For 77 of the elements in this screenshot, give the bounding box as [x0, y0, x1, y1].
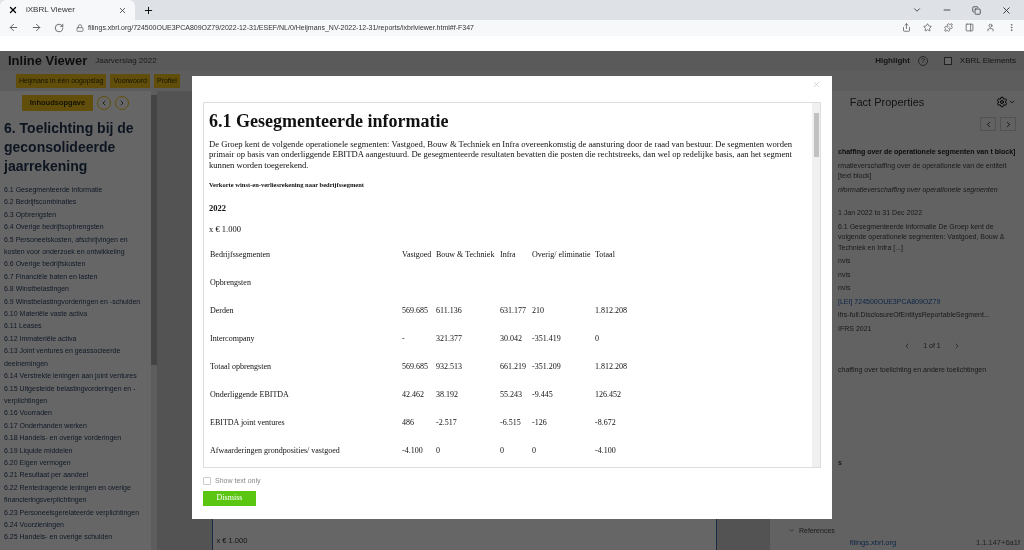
- profile-icon[interactable]: [986, 23, 995, 33]
- table-cell: -6.515: [500, 418, 521, 428]
- x-logo-icon: [8, 5, 18, 15]
- table-cell: 569.685: [402, 362, 428, 372]
- table-cell: -8.672: [595, 418, 616, 428]
- show-text-only-checkbox[interactable]: [203, 477, 211, 486]
- column-header: Bouw & Techniek: [436, 249, 496, 262]
- column-header: Vastgoed: [402, 249, 433, 262]
- table-cell: 0: [500, 446, 504, 456]
- table-cell: -126: [532, 418, 547, 428]
- table-cell: -2.517: [436, 418, 457, 428]
- table-cell: 321.377: [436, 334, 462, 344]
- settings-icon[interactable]: [996, 96, 1008, 108]
- table-cell: 1.812.208: [595, 306, 627, 316]
- close-icon[interactable]: [118, 5, 127, 15]
- table-cell: 0: [595, 334, 599, 344]
- close-icon[interactable]: [1001, 4, 1012, 16]
- previous-fact-button[interactable]: [980, 117, 996, 131]
- table-cell: Intercompany: [210, 334, 255, 344]
- table-cell: -4.100: [595, 446, 616, 456]
- table-cell: 0: [532, 446, 536, 456]
- star-icon[interactable]: [923, 23, 932, 33]
- table-cell: 126.452: [595, 390, 621, 400]
- lock-icon: [76, 23, 84, 32]
- section-title: 6.1 Gesegmenteerde informatie: [209, 110, 450, 133]
- table-cell: 486: [402, 418, 414, 428]
- column-header: Bedrijfssegmenten: [210, 249, 271, 262]
- table-cell: 55.243: [500, 390, 522, 400]
- table-cell: Onderliggende EBITDA: [210, 390, 289, 400]
- chevron-down-icon[interactable]: [1008, 98, 1016, 106]
- new-tab-icon[interactable]: [143, 4, 154, 16]
- highlight-label: Highlight: [875, 55, 910, 67]
- table-cell: -: [402, 334, 405, 344]
- restore-icon[interactable]: [972, 5, 981, 15]
- table-cell: 42.462: [402, 390, 424, 400]
- table-cell: -4.100: [402, 446, 423, 456]
- table-cell: 569.685: [402, 306, 428, 316]
- sidebar-icon[interactable]: [965, 23, 974, 33]
- app-title: Inline Viewer: [8, 52, 88, 71]
- browser-tab[interactable]: iXBRL Viewer: [0, 0, 135, 20]
- table-cell: 38.192: [436, 390, 458, 400]
- unit-label: x € 1.000: [209, 222, 242, 236]
- table-cell: 1.812.208: [595, 362, 627, 372]
- forward-icon[interactable]: [31, 22, 42, 34]
- intro-paragraph: De Groep kent de volgende operationele segmenten: Vastgoed, Bouw & Techniek en Infra overeenkomstig de aansturing door de raad van bestuur. De segmenten worden primair op basis van onderliggende EBITDA aangestuurd. De gesegmenteerde resultaten bevatten die posten die rechtstreeks, dan wel op redelijke basis, aan het segment kunnen worden toegerekend.: [209, 139, 794, 171]
- reload-icon[interactable]: [54, 22, 64, 33]
- column-header: Infra: [500, 249, 517, 262]
- table-cell: 30.042: [500, 334, 522, 344]
- table-cell: 611.136: [436, 306, 462, 316]
- column-header: Overig/ eliminatie: [532, 249, 592, 262]
- panel-title: Fact Properties: [848, 94, 926, 110]
- table-cell: 661.219: [500, 362, 526, 372]
- xbrl-elements-checkbox[interactable]: [943, 57, 952, 65]
- table-cell: Afwaarderingen grondposities/ vastgoed: [210, 446, 340, 456]
- column-header: Totaal: [595, 249, 616, 262]
- chevron-down-icon[interactable]: [912, 5, 922, 15]
- menu-icon[interactable]: [1007, 23, 1016, 33]
- table-cell: Derden: [210, 306, 234, 316]
- table-cell: -351.209: [532, 362, 561, 372]
- xbrl-elements-label: XBRL Elements: [959, 55, 1016, 67]
- share-icon[interactable]: [902, 23, 911, 33]
- puzzle-icon[interactable]: [944, 23, 953, 33]
- caret-icon: [788, 527, 795, 535]
- table-cell: -9.445: [532, 390, 553, 400]
- year-label: 2022: [209, 201, 227, 215]
- next-fact-button[interactable]: [1000, 117, 1016, 131]
- table-cell: Totaal opbrengsten: [210, 362, 271, 372]
- table-cell: 631.177: [500, 306, 526, 316]
- table-cell: EBITDA joint ventures: [210, 418, 285, 428]
- toc-heading: 6. Toelichting bij de geconsolideerde jaarrekening: [4, 119, 135, 176]
- table-cell: 932.513: [436, 362, 462, 372]
- table-cell: 210: [532, 306, 544, 316]
- table-cell: Opbrengsten: [210, 278, 251, 288]
- back-icon[interactable]: [8, 22, 19, 34]
- table-cell: 0: [436, 446, 440, 456]
- dismiss-button[interactable]: Dismiss: [203, 490, 256, 506]
- table-cell: -351.419: [532, 334, 561, 344]
